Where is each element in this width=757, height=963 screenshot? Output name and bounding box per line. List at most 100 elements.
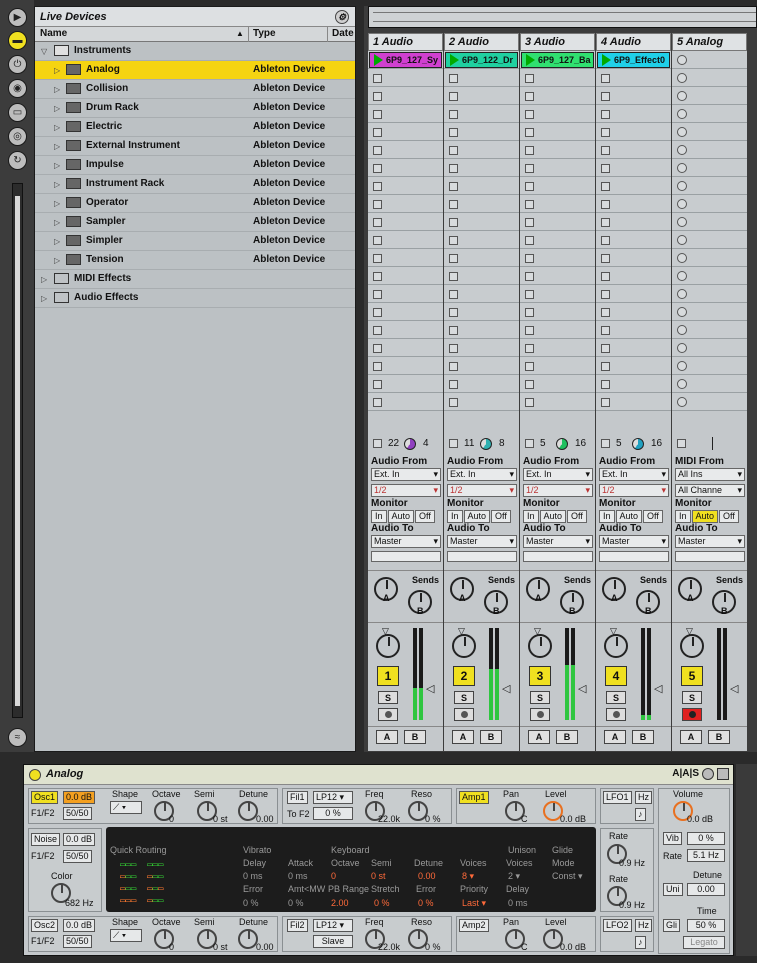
clip-slot[interactable]	[444, 249, 519, 267]
clip-slot[interactable]	[444, 105, 519, 123]
stop-slot-icon[interactable]	[601, 398, 610, 407]
clip-slot[interactable]	[596, 87, 671, 105]
browser-item[interactable]: ▷ Operator Ableton Device	[35, 194, 355, 213]
record-slot-icon[interactable]	[677, 181, 687, 191]
chevron-down-icon[interactable]: ▽	[41, 47, 47, 56]
clip-slot[interactable]	[596, 393, 671, 411]
clip-slot[interactable]	[520, 141, 595, 159]
track-activator[interactable]: 4	[605, 666, 627, 686]
clip-slot[interactable]	[368, 249, 443, 267]
cd-icon[interactable]: ◉	[8, 79, 27, 98]
solo-button[interactable]: S	[530, 691, 550, 704]
clip-slot[interactable]	[596, 339, 671, 357]
clip-slot[interactable]	[444, 141, 519, 159]
browser-item[interactable]: ▷ Tension Ableton Device	[35, 251, 355, 270]
browser-item[interactable]: ▷ Sampler Ableton Device	[35, 213, 355, 232]
stop-slot-icon[interactable]	[525, 398, 534, 407]
uni-detune[interactable]: 0.00	[687, 883, 725, 896]
stop-slot-icon[interactable]	[601, 236, 610, 245]
vib-rate[interactable]: 5.1 Hz	[687, 849, 725, 862]
stop-slot-icon[interactable]	[525, 74, 534, 83]
power-icon[interactable]	[29, 769, 41, 781]
clip-slot[interactable]	[672, 123, 747, 141]
stop-slot-icon[interactable]	[373, 362, 382, 371]
vib-attack-value[interactable]: 0 ms	[288, 871, 308, 881]
clip-slot[interactable]	[368, 87, 443, 105]
monitor-auto-button[interactable]: Auto	[387, 510, 415, 523]
clip-slot[interactable]	[520, 231, 595, 249]
folder-midi-effects[interactable]: ▷ MIDI Effects	[35, 270, 355, 289]
stop-slot-icon[interactable]	[601, 254, 610, 263]
gli-time[interactable]: 50 %	[687, 919, 725, 932]
clip-slot[interactable]	[596, 195, 671, 213]
clip-slot[interactable]	[368, 267, 443, 285]
clip-slot[interactable]	[596, 321, 671, 339]
stop-slot-icon[interactable]	[525, 200, 534, 209]
stop-slot-icon[interactable]	[373, 236, 382, 245]
track-title[interactable]: 5 Analog	[672, 33, 747, 51]
clip-slot[interactable]	[596, 177, 671, 195]
fil1-to-f2[interactable]: 0 %	[313, 807, 353, 820]
clip-slot[interactable]	[444, 213, 519, 231]
stop-slot-icon[interactable]	[449, 290, 458, 299]
track-activator[interactable]: 5	[681, 666, 703, 686]
stop-button[interactable]	[373, 439, 382, 448]
uni-toggle[interactable]: Uni	[663, 883, 683, 896]
pan-knob[interactable]	[452, 634, 476, 658]
pan-knob[interactable]	[680, 634, 704, 658]
noise-toggle[interactable]: Noise	[31, 833, 61, 846]
noise-f1f2[interactable]: 50/50	[63, 850, 92, 863]
record-slot-icon[interactable]	[677, 289, 687, 299]
lfo2-hz[interactable]: Hz	[635, 919, 652, 932]
clip-slot[interactable]	[672, 393, 747, 411]
record-slot-icon[interactable]	[677, 343, 687, 353]
stop-slot-icon[interactable]	[449, 200, 458, 209]
vib-value[interactable]: 0 %	[687, 832, 725, 845]
stop-slot-icon[interactable]	[601, 110, 610, 119]
clip[interactable]: 6P9_127_Ba	[521, 52, 594, 68]
osc1-detune-knob[interactable]	[238, 801, 258, 821]
volume-fader-icon[interactable]: ◁	[578, 682, 586, 695]
browser-item[interactable]: ▷ External Instrument Ableton Device	[35, 137, 355, 156]
stop-slot-icon[interactable]	[449, 164, 458, 173]
stop-slot-icon[interactable]	[373, 92, 382, 101]
fil2-toggle[interactable]: Fil2	[287, 919, 308, 932]
browser-item[interactable]: ▷ Analog Ableton Device	[35, 61, 355, 80]
stop-slot-icon[interactable]	[601, 326, 610, 335]
stop-slot-icon[interactable]	[601, 380, 610, 389]
stop-slot-icon[interactable]	[601, 272, 610, 281]
play-icon[interactable]	[374, 54, 383, 66]
stop-slot-icon[interactable]	[449, 110, 458, 119]
osc1-f1f2[interactable]: 50/50	[63, 807, 92, 820]
track-title[interactable]: 3 Audio	[520, 33, 595, 51]
stop-slot-icon[interactable]	[373, 398, 382, 407]
amp2-toggle[interactable]: Amp2	[459, 919, 489, 932]
clip-slot[interactable]	[520, 159, 595, 177]
clip-slot[interactable]	[444, 339, 519, 357]
clip-slot[interactable]	[596, 105, 671, 123]
stop-slot-icon[interactable]	[449, 128, 458, 137]
stop-slot-icon[interactable]	[525, 164, 534, 173]
record-slot-icon[interactable]	[677, 91, 687, 101]
stop-slot-icon[interactable]	[373, 272, 382, 281]
hotswap-icon[interactable]	[702, 768, 714, 780]
kb-error-value[interactable]: 0 %	[418, 898, 434, 908]
output-type-select[interactable]: Master	[523, 535, 593, 548]
monitor-in-button[interactable]: In	[599, 510, 615, 523]
clip-slot[interactable]	[520, 69, 595, 87]
chevron-right-icon[interactable]: ▷	[54, 123, 60, 132]
stop-slot-icon[interactable]	[449, 182, 458, 191]
browser-item[interactable]: ▷ Impulse Ableton Device	[35, 156, 355, 175]
stop-slot-icon[interactable]	[601, 128, 610, 137]
input-type-select[interactable]: Ext. In	[599, 468, 669, 481]
chevron-right-icon[interactable]: ▷	[41, 294, 47, 303]
stop-slot-icon[interactable]	[449, 362, 458, 371]
input-channel-select[interactable]: 1/2	[599, 484, 669, 497]
clip-slot[interactable]: 6P9_127_Ba	[520, 51, 595, 69]
clip-slot[interactable]	[672, 375, 747, 393]
record-slot-icon[interactable]	[677, 397, 687, 407]
stop-slot-icon[interactable]	[525, 326, 534, 335]
refresh-icon[interactable]: ↻	[8, 151, 27, 170]
clip-slot[interactable]	[520, 177, 595, 195]
amp1-toggle[interactable]: Amp1	[459, 791, 489, 804]
